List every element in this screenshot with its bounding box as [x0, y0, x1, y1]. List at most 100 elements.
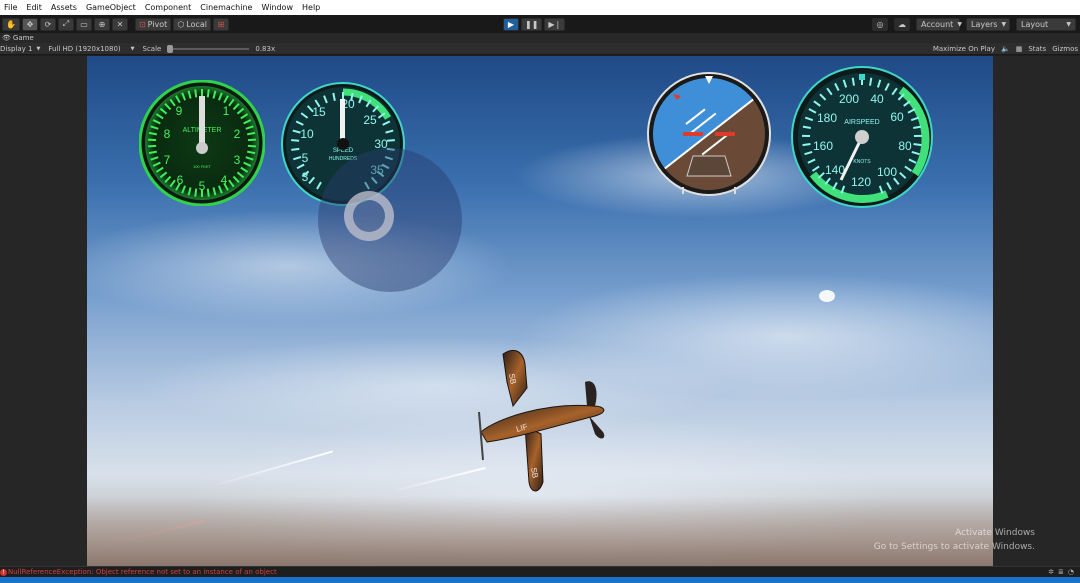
attitude-wing-left — [683, 132, 703, 136]
game-scene[interactable]: 0 1 2 3 4 5 6 7 8 9 ALTIMETER 100 FEET — [87, 56, 993, 566]
gauge-tick — [291, 147, 300, 151]
menu-bar: File Edit Assets GameObject Component Ci… — [0, 0, 1080, 15]
cloud-icon: ☁ — [898, 19, 906, 29]
stats-toggle[interactable]: Stats — [1028, 45, 1046, 53]
altimeter-num-5: 5 — [199, 179, 206, 193]
virtual-joystick[interactable] — [318, 148, 462, 292]
airspeed-num-200: 200 — [839, 92, 859, 106]
os-taskbar — [0, 577, 1080, 583]
grid-snap-button[interactable]: ⊞ — [213, 17, 230, 31]
step-icon: ▶❘ — [548, 19, 562, 29]
move-tool-button[interactable]: ✥ — [21, 17, 38, 31]
rect-tool-button[interactable]: ▭ — [75, 17, 92, 31]
menu-component[interactable]: Component — [141, 3, 196, 12]
gizmos-toggle[interactable]: Gizmos — [1052, 45, 1078, 53]
menu-file[interactable]: File — [0, 3, 22, 12]
game-viewport[interactable]: 0 1 2 3 4 5 6 7 8 9 ALTIMETER 100 FEET — [0, 56, 1080, 566]
stats-icon: ▦ — [1015, 44, 1023, 53]
airspeed-num-60: 60 — [890, 110, 904, 124]
menu-cinemachine[interactable]: Cinemachine — [196, 3, 257, 12]
gauge-tick — [913, 125, 922, 129]
pause-icon: ❚❚ — [525, 19, 539, 29]
custom-tool-button[interactable]: ✕ — [111, 17, 128, 31]
gauge-tick — [851, 77, 855, 86]
main-toolbar: ✋ ✥ ⟳ ⤢ ▭ ⊕ ✕ ⊡ Pivot ⬡ Local ⊞ ▶ ❚❚ ▶❘ ◎ … — [0, 15, 1080, 33]
database-icon[interactable]: ≣ — [1058, 568, 1064, 576]
joystick-knob[interactable] — [344, 191, 394, 241]
gauge-tick — [194, 188, 198, 197]
gauge-tick — [247, 138, 256, 142]
airspeed-label: AIRSPEED — [844, 119, 879, 126]
altimeter-num-6: 6 — [177, 173, 184, 187]
rect-icon: ▭ — [80, 19, 88, 29]
airspeed-gauge: 40 60 80 100 120 140 160 180 200 AIRSPEE… — [791, 66, 933, 208]
altimeter-num-3: 3 — [234, 153, 241, 167]
chevron-down-icon: ▼ — [36, 45, 41, 52]
airspeed-num-120: 120 — [851, 175, 871, 189]
local-toggle[interactable]: ⬡ Local — [173, 17, 212, 31]
airplane-fuselage — [480, 404, 605, 443]
pivot-toggle[interactable]: ⊡ Pivot — [134, 17, 172, 31]
rotate-tool-button[interactable]: ⟳ — [39, 17, 56, 31]
menu-edit[interactable]: Edit — [22, 3, 47, 12]
chevron-down-icon: ▼ — [1066, 20, 1071, 28]
menu-help[interactable]: Help — [298, 3, 325, 12]
speed-hub — [337, 138, 349, 150]
menu-gameobject[interactable]: GameObject — [82, 3, 141, 12]
collab-button[interactable]: ◎ — [872, 17, 888, 31]
layout-dropdown[interactable]: Layout ▼ — [1016, 17, 1076, 31]
scale-slider-knob[interactable] — [167, 44, 174, 53]
bug-icon[interactable]: ✲ — [1048, 568, 1054, 576]
activate-windows-title: Activate Windows — [955, 528, 1035, 538]
tab-game[interactable]: Game — [13, 34, 34, 42]
gauge-tick — [148, 144, 157, 148]
console-status-bar[interactable]: ! NullReferenceException: Object referen… — [0, 566, 1080, 577]
mute-audio-icon[interactable]: 🔈 — [1001, 45, 1010, 53]
menu-window[interactable]: Window — [257, 3, 298, 12]
step-button[interactable]: ▶❘ — [544, 17, 566, 31]
grid-icon: ⊞ — [217, 19, 225, 29]
airplane-tail-lower — [589, 416, 605, 439]
airspeed-num-160: 160 — [813, 139, 833, 153]
display-dropdown[interactable]: Display 1 ▼ — [0, 45, 40, 53]
airplane-marking-wing: SB — [507, 373, 518, 385]
scale-label: Scale — [142, 44, 162, 53]
collab-icon: ◎ — [876, 19, 884, 29]
error-icon: ! — [0, 568, 7, 576]
altimeter-hub — [196, 142, 208, 154]
resolution-dropdown[interactable]: Full HD (1920x1080) ▼ — [48, 45, 134, 53]
transform-tool-button[interactable]: ⊕ — [93, 17, 110, 31]
gauge-tick — [802, 143, 811, 147]
airspeed-sublabel: KNOTS — [853, 159, 871, 165]
progress-icon[interactable]: ◔ — [1068, 568, 1074, 576]
chevron-down-icon: ▼ — [1001, 20, 1007, 28]
scale-icon: ⤢ — [62, 19, 70, 28]
scale-slider[interactable] — [167, 44, 250, 53]
scale-tool-button[interactable]: ⤢ — [57, 17, 74, 31]
menu-assets[interactable]: Assets — [47, 3, 82, 12]
console-error-message[interactable]: NullReferenceException: Object reference… — [8, 568, 277, 576]
rotate-icon: ⟳ — [44, 19, 52, 29]
gauge-tick — [802, 125, 811, 129]
hand-tool-button[interactable]: ✋ — [2, 17, 20, 31]
layers-dropdown[interactable]: Layers ▼ — [966, 17, 1010, 31]
play-button[interactable]: ▶ — [503, 17, 519, 31]
account-dropdown[interactable]: Account ▼ — [916, 17, 962, 31]
chevron-down-icon: ▼ — [130, 45, 135, 52]
pivot-icon: ⊡ — [138, 19, 146, 29]
airplane-marking-lower: SB — [529, 467, 540, 479]
altimeter-num-9: 9 — [176, 104, 183, 118]
pause-button[interactable]: ❚❚ — [521, 17, 543, 31]
cloud-button[interactable]: ☁ — [894, 17, 910, 31]
airspeed-num-100: 100 — [877, 165, 897, 179]
gauge-tick — [386, 139, 395, 142]
tools-icon: ✕ — [116, 19, 124, 29]
speed-num-25: 25 — [363, 113, 377, 127]
speed-num-5: 5 — [302, 151, 309, 165]
airplane-tail-upper — [585, 381, 597, 406]
play-icon: ▶ — [507, 19, 515, 29]
game-view-controls: Display 1 ▼ Full HD (1920x1080) ▼ Scale 0.… — [0, 43, 1080, 55]
game-tab-bar: 👁 Game — [0, 33, 1080, 43]
maximize-on-play-toggle[interactable]: Maximize On Play — [933, 45, 995, 53]
airspeed-hub — [855, 130, 869, 144]
